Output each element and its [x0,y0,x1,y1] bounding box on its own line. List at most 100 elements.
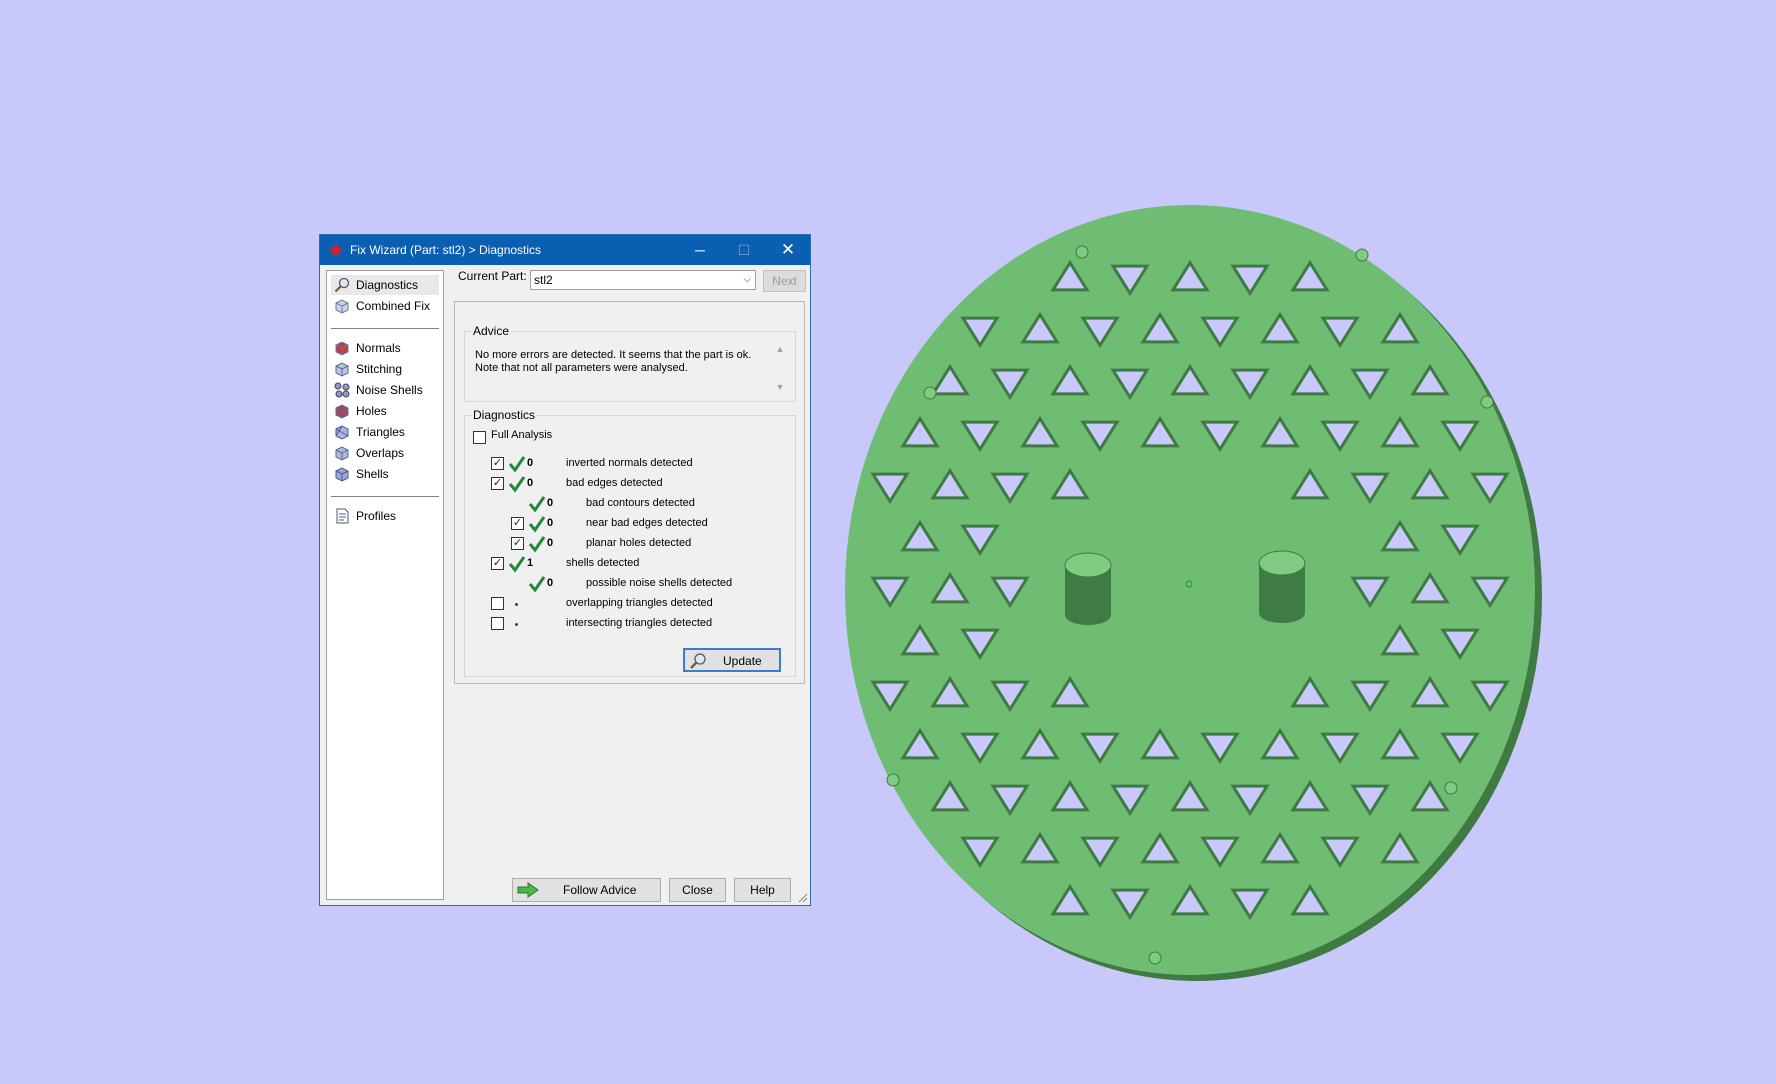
diagnostic-count: 1 [527,557,534,569]
diagnostic-label: shells detected [566,557,640,569]
green-check-icon [508,556,526,573]
diagnostic-checkbox[interactable]: ✓ [491,457,504,470]
help-button[interactable]: Help [734,878,791,902]
diagnostics-group: Diagnostics Full Analysis ✓ 0 inverted n… [464,408,796,677]
green-check-icon [508,456,526,473]
diagnostic-label: inverted normals detected [566,457,693,469]
advice-title: Advice [471,324,512,338]
cube-icon [335,299,349,314]
nav-divider [331,496,439,497]
sidebar-item-label: Profiles [356,509,397,523]
full-analysis-checkbox[interactable] [473,431,486,444]
diagnostic-checkbox[interactable] [491,597,504,610]
diagnostic-count: 0 [527,477,534,489]
sidebar-item-label: Triangles [356,425,405,439]
diagnostic-label: overlapping triangles detected [566,597,713,609]
sidebar-item-holes[interactable]: Holes [331,401,439,421]
diagnostics-panel: Advice No more errors are detected. It s… [454,301,805,684]
title-bar[interactable]: Fix Wizard (Part: stl2) > Diagnostics ─ … [320,235,810,265]
diagnostic-row: ✓ 0 planar holes detected [465,535,785,553]
magnifier-icon [690,653,706,669]
diagnostic-count: 0 [547,537,554,549]
update-button[interactable]: Update [683,648,781,672]
diagnostic-label: planar holes detected [586,537,692,549]
sidebar-item-triangles[interactable]: Triangles [331,422,439,442]
sidebar-item-label: Stitching [356,362,403,376]
green-check-icon [508,476,526,493]
sidebar-item-label: Normals [356,341,401,355]
diagnostic-row: intersecting triangles detected [465,615,785,633]
sidebar-item-combined-fix[interactable]: Combined Fix [331,296,439,316]
chevron-down-icon: ⌵ [743,274,751,285]
sidebar-item-label: Diagnostics [356,278,419,292]
diagnostic-checkbox[interactable]: ✓ [491,477,504,490]
arrow-right-icon [517,882,539,898]
maximize-button[interactable]: ☐ [722,235,766,265]
cube-icon [335,404,349,419]
app-icon [329,243,343,257]
diagnostic-checkbox[interactable]: ✓ [511,517,524,530]
full-analysis-row[interactable]: Full Analysis [473,429,793,447]
sidebar-item-label: Shells [356,467,389,481]
advice-scrollbar[interactable]: ▲ ▼ [773,344,787,392]
sidebar-item-normals[interactable]: Normals [331,338,439,358]
peg [1258,550,1306,623]
sidebar-item-label: Combined Fix [356,299,431,313]
diagnostic-checkbox[interactable]: ✓ [511,537,524,550]
3d-model-disc[interactable] [835,200,1555,1000]
current-part-label: Current Part: [458,269,527,283]
diagnostic-row: ✓ 0 near bad edges detected [465,515,785,533]
sidebar-item-noise-shells[interactable]: Noise Shells [331,380,439,400]
cube-icon [335,467,349,482]
advice-line: No more errors are detected. It seems th… [475,349,752,361]
next-button[interactable]: Next [763,270,806,292]
diagnostic-label: near bad edges detected [586,517,708,529]
sidebar-item-label: Holes [356,404,387,418]
sidebar-item-label: Noise Shells [356,383,423,397]
advice-text: No more errors are detected. It seems th… [475,349,765,375]
diagnostic-label: bad contours detected [586,497,695,509]
sidebar-item-diagnostics[interactable]: Diagnostics [331,275,439,295]
diagnostic-row: ✓ 0 bad edges detected [465,475,785,493]
full-analysis-label: Full Analysis [491,429,553,441]
diagnostic-label: intersecting triangles detected [566,617,713,629]
wizard-nav: Diagnostics Combined Fix Normals Stitchi… [326,270,444,900]
peg [1064,552,1112,625]
bullet-dot-icon [515,603,518,606]
diagnostics-title: Diagnostics [471,408,538,422]
window-title: Fix Wizard (Part: stl2) > Diagnostics [350,243,542,257]
bullet-dot-icon [515,623,518,626]
follow-advice-button[interactable]: Follow Advice [512,878,661,902]
diagnostic-count: 0 [547,497,554,509]
update-label: Update [723,654,762,668]
diagnostic-checkbox[interactable]: ✓ [491,557,504,570]
document-icon [336,508,349,524]
scroll-up-icon[interactable]: ▲ [773,344,787,354]
close-window-button[interactable]: ✕ [766,235,810,265]
cube-icon [335,425,349,440]
diagnostic-count: 0 [527,457,534,469]
close-button[interactable]: Close [669,878,726,902]
nav-divider [331,328,439,329]
diagnostic-checkbox[interactable] [491,617,504,630]
diagnostic-count: 0 [547,517,554,529]
advice-line: Note that not all parameters were analys… [475,362,688,374]
magnifier-icon [334,277,350,293]
sidebar-item-stitching[interactable]: Stitching [331,359,439,379]
minimize-button[interactable]: ─ [678,235,722,265]
sidebar-item-label: Overlaps [356,446,405,460]
cube-icon [335,341,349,356]
sidebar-item-shells[interactable]: Shells [331,464,439,484]
sidebar-item-profiles[interactable]: Profiles [331,506,439,526]
current-part-dropdown[interactable]: stl2 ⌵ [530,270,756,290]
green-check-icon [528,536,546,553]
diagnostic-label: possible noise shells detected [586,577,733,589]
green-check-icon [528,516,546,533]
resize-grip-icon[interactable] [798,893,808,903]
diagnostic-row: 0 bad contours detected [465,495,785,513]
cube-icon [334,382,350,398]
sidebar-item-overlaps[interactable]: Overlaps [331,443,439,463]
diagnostic-row: ✓ 1 shells detected [465,555,785,573]
scroll-down-icon[interactable]: ▼ [773,382,787,392]
green-check-icon [528,576,546,593]
